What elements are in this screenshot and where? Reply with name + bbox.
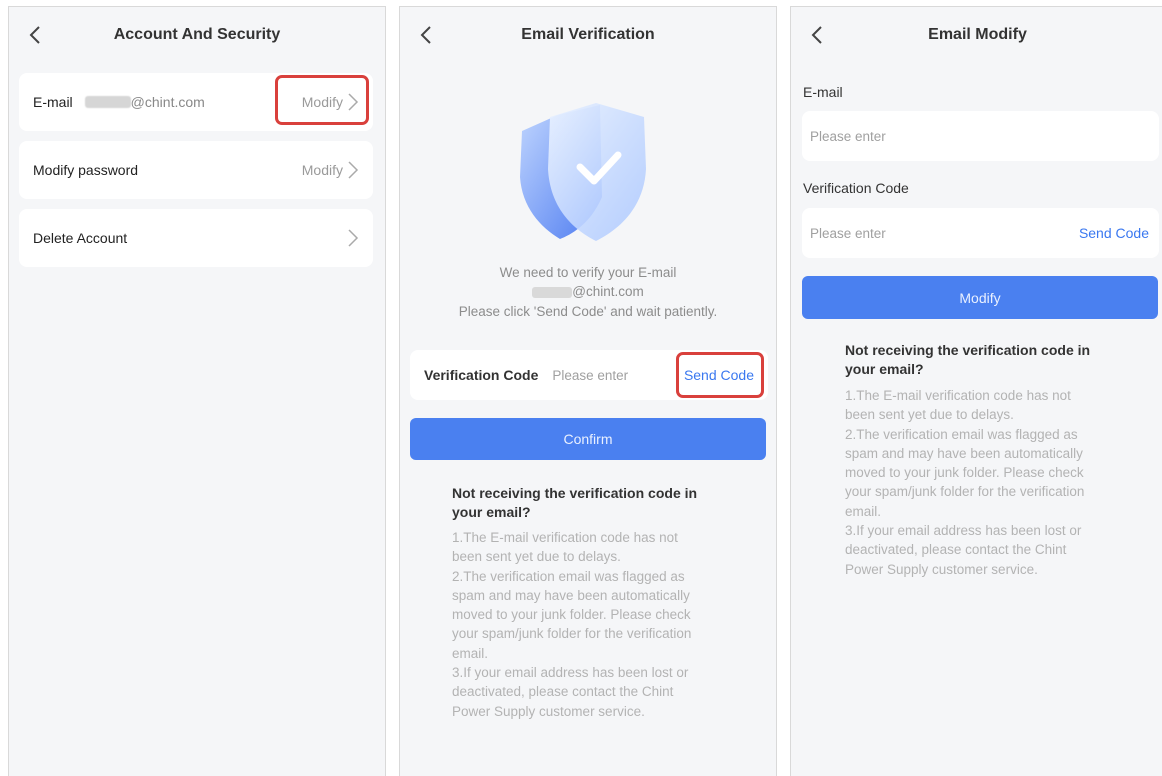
account-security-screen: Account And Security E-mail @chint.com M… <box>8 6 386 776</box>
page-title: Email Modify <box>928 26 1027 43</box>
help-line: deactivated, please contact the Chint <box>452 684 674 700</box>
header: Email Verification <box>400 7 776 63</box>
chevron-right-icon <box>348 229 359 247</box>
help-line: 2.The verification email was flagged as <box>452 568 685 584</box>
password-label: Modify password <box>33 162 139 178</box>
email-label: E-mail <box>803 84 843 100</box>
verification-code-input[interactable]: Please enter <box>810 226 886 241</box>
help-line: email. <box>452 645 489 661</box>
help-line: been sent yet due to delays. <box>452 549 621 565</box>
password-row[interactable]: Modify password Modify <box>19 141 373 199</box>
chevron-left-icon <box>29 26 40 44</box>
shield-check-icon <box>520 103 646 241</box>
header: Account And Security <box>9 7 385 63</box>
modify-label: Modify <box>301 94 343 110</box>
verify-message-line1: We need to verify your E-mail <box>499 265 677 280</box>
delete-account-label: Delete Account <box>33 230 128 246</box>
modify-label: Modify <box>301 162 343 178</box>
modify-button[interactable]: Modify <box>802 276 1158 319</box>
back-button[interactable] <box>412 21 440 49</box>
help-line: moved to your junk folder. Please check <box>845 465 1084 481</box>
delete-account-row[interactable]: Delete Account <box>19 209 373 267</box>
help-title-line2: your email? <box>452 504 531 520</box>
verify-email-value: @chint.com <box>572 284 644 299</box>
help-line: 3.If your email address has been lost or <box>452 665 689 681</box>
send-code-button[interactable]: Send Code <box>1079 225 1149 241</box>
help-line: Power Supply customer service. <box>845 561 1038 577</box>
send-code-button[interactable]: Send Code <box>684 367 754 383</box>
email-value: @chint.com <box>130 94 205 110</box>
verification-code-label: Verification Code <box>803 180 909 196</box>
help-title-line1: Not receiving the verification code in <box>845 342 1091 358</box>
help-body: 1.The E-mail verification code has not b… <box>452 528 691 721</box>
help-line: email. <box>845 503 882 519</box>
delete-account-action[interactable] <box>343 229 359 247</box>
help-line: spam and may have been automatically <box>452 587 690 603</box>
chevron-left-icon <box>811 26 822 44</box>
verify-message-line3: Please click 'Send Code' and wait patien… <box>458 304 718 319</box>
verify-message-line2: @chint.com <box>400 282 776 301</box>
help-line: 1.The E-mail verification code has not <box>452 530 678 545</box>
verification-code-input[interactable]: Please enter <box>552 368 628 383</box>
help-line: spam and may have been automatically <box>845 445 1083 461</box>
help-line: deactivated, please contact the Chint <box>845 542 1067 558</box>
chevron-right-icon <box>348 93 359 111</box>
email-input[interactable]: Please enter <box>810 129 886 144</box>
help-line: Power Supply customer service. <box>452 703 645 719</box>
help-line: 3.If your email address has been lost or <box>845 523 1082 539</box>
masked-email-prefix <box>84 96 131 108</box>
back-button[interactable] <box>21 21 49 49</box>
help-body: 1.The E-mail verification code has not b… <box>845 386 1084 579</box>
verification-code-label: Verification Code <box>424 367 539 383</box>
chevron-left-icon <box>420 26 431 44</box>
chevron-right-icon <box>348 161 359 179</box>
help-line: been sent yet due to delays. <box>845 407 1014 423</box>
help-line: 2.The verification email was flagged as <box>845 426 1078 442</box>
page-title: Email Verification <box>521 26 655 43</box>
help-title: Not receiving the verification code in y… <box>452 484 697 522</box>
header: Email Modify <box>791 7 1162 63</box>
help-title-line2: your email? <box>845 361 924 377</box>
page-title: Account And Security <box>113 26 281 43</box>
email-verification-screen: Email Verification We need to verify you… <box>399 6 777 776</box>
email-label: E-mail <box>33 94 73 110</box>
email-modify-screen: Email Modify E-mail Please enter Verific… <box>790 6 1162 776</box>
help-title: Not receiving the verification code in y… <box>845 341 1090 379</box>
help-line: your spam/junk folder for the verificati… <box>452 626 692 642</box>
password-modify-action[interactable]: Modify <box>302 161 359 179</box>
email-row[interactable]: E-mail @chint.com Modify <box>19 73 373 131</box>
help-line: 1.The E-mail verification code has not <box>845 388 1071 403</box>
verification-code-field: Please enter Send Code <box>802 208 1159 258</box>
email-field[interactable]: Please enter <box>802 111 1159 161</box>
back-button[interactable] <box>803 21 831 49</box>
email-modify-action[interactable]: Modify <box>302 93 359 111</box>
help-line: moved to your junk folder. Please check <box>452 607 691 623</box>
help-line: your spam/junk folder for the verificati… <box>845 484 1085 500</box>
masked-email-prefix <box>532 286 573 298</box>
verification-code-field: Verification Code Please enter Send Code <box>410 350 768 400</box>
confirm-button[interactable]: Confirm <box>410 418 766 460</box>
help-title-line1: Not receiving the verification code in <box>452 485 698 501</box>
